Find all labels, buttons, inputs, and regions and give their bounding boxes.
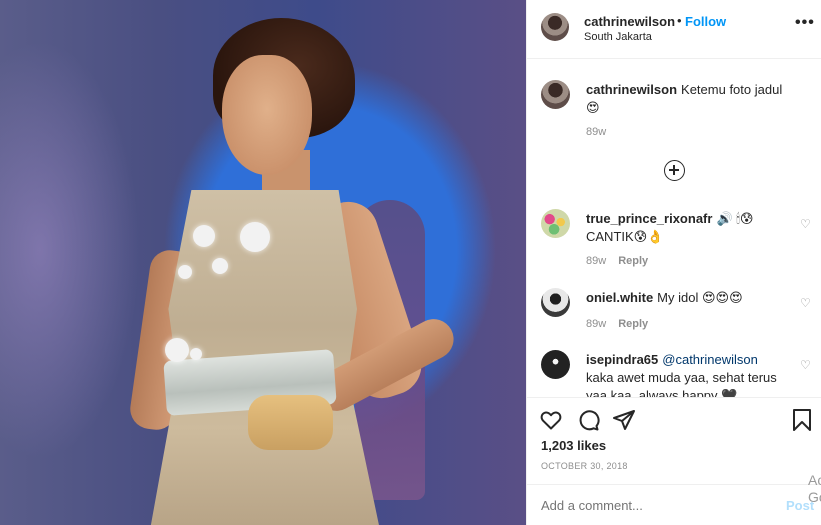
- comment-username[interactable]: isepindra65: [586, 352, 658, 367]
- model-face: [222, 55, 312, 175]
- follow-button[interactable]: Follow: [685, 14, 726, 29]
- like-comment-heart-icon[interactable]: ♡: [800, 296, 811, 310]
- load-more-comments-icon[interactable]: [664, 160, 685, 181]
- post-side-panel: cathrinewilson • Follow South Jakarta ••…: [526, 0, 821, 525]
- necklace-bead: [240, 222, 270, 252]
- comment-text: isepindra65 @cathrinewilson kaka awet mud…: [586, 351, 786, 397]
- post-location[interactable]: South Jakarta: [584, 31, 652, 43]
- watermark-line-2: Go: [808, 489, 821, 505]
- caption-meta: 89w: [586, 126, 618, 138]
- post-actions-bar: [527, 397, 821, 437]
- necklace-bead: [190, 348, 202, 360]
- comment-item: oniel.white My idol 😍😍😍 89w Reply ♡: [541, 288, 811, 338]
- caption-emoji: 😍: [586, 100, 600, 115]
- comment-bubble-icon[interactable]: [576, 408, 600, 432]
- caption-username[interactable]: cathrinewilson: [586, 82, 677, 97]
- activate-windows-watermark: Ac Go: [808, 472, 821, 506]
- necklace-bead: [193, 225, 215, 247]
- caption-text: cathrinewilson Ketemu foto jadul 😍: [586, 81, 786, 117]
- author-avatar[interactable]: [541, 13, 569, 41]
- comment-mention[interactable]: @cathrinewilson: [662, 352, 758, 367]
- post-date[interactable]: OCTOBER 30, 2018: [541, 461, 628, 471]
- necklace-bead: [165, 338, 189, 362]
- comment-meta: 89w Reply: [586, 255, 660, 267]
- reply-button[interactable]: Reply: [618, 318, 648, 330]
- reply-button[interactable]: Reply: [618, 255, 648, 267]
- lace-glove: [248, 395, 333, 450]
- stage-light: [0, 40, 140, 460]
- comments-list[interactable]: cathrinewilson Ketemu foto jadul 😍 89w tr…: [527, 59, 821, 397]
- author-avatar[interactable]: [541, 80, 570, 109]
- caption: cathrinewilson Ketemu foto jadul 😍 89w: [541, 80, 811, 140]
- necklace-bead: [212, 258, 228, 274]
- caption-time[interactable]: 89w: [586, 126, 606, 138]
- comment-text: oniel.white My idol 😍😍😍: [586, 289, 786, 307]
- likes-count[interactable]: 1,203 likes: [541, 438, 606, 453]
- comment-body: My idol 😍😍😍: [657, 290, 743, 305]
- author-username[interactable]: cathrinewilson: [584, 14, 675, 29]
- comment-text: true_prince_rixonafr 🔊 🕯😰 CANTIK😰👌: [586, 210, 786, 246]
- comment-item: isepindra65 @cathrinewilson kaka awet mud…: [541, 350, 811, 397]
- more-options-icon[interactable]: •••: [795, 14, 815, 32]
- like-heart-icon[interactable]: [539, 408, 563, 432]
- comment-time[interactable]: 89w: [586, 318, 606, 330]
- post-header: cathrinewilson • Follow South Jakarta ••…: [527, 0, 821, 59]
- add-comment-input[interactable]: [541, 498, 771, 513]
- add-comment-bar: Post: [527, 484, 821, 525]
- comment-item: true_prince_rixonafr 🔊 🕯😰 CANTIK😰👌 89w Rep…: [541, 209, 811, 269]
- commenter-avatar[interactable]: [541, 350, 570, 379]
- comment-username[interactable]: oniel.white: [586, 290, 653, 305]
- share-paper-plane-icon[interactable]: [612, 408, 636, 432]
- post-photo[interactable]: [0, 0, 526, 525]
- comment-time[interactable]: 89w: [586, 255, 606, 267]
- comment-body: kaka awet muda yaa, sehat terus yaa kaa,…: [586, 370, 777, 397]
- commenter-avatar[interactable]: [541, 288, 570, 317]
- comment-meta: 89w Reply: [586, 318, 660, 330]
- like-comment-heart-icon[interactable]: ♡: [800, 358, 811, 372]
- like-comment-heart-icon[interactable]: ♡: [800, 217, 811, 231]
- separator-dot: •: [677, 13, 682, 28]
- watermark-line-1: Ac: [808, 472, 821, 488]
- comment-username[interactable]: true_prince_rixonafr: [586, 211, 712, 226]
- caption-body: Ketemu foto jadul: [681, 82, 783, 97]
- save-bookmark-icon[interactable]: [790, 408, 814, 432]
- commenter-avatar[interactable]: [541, 209, 570, 238]
- necklace-bead: [178, 265, 192, 279]
